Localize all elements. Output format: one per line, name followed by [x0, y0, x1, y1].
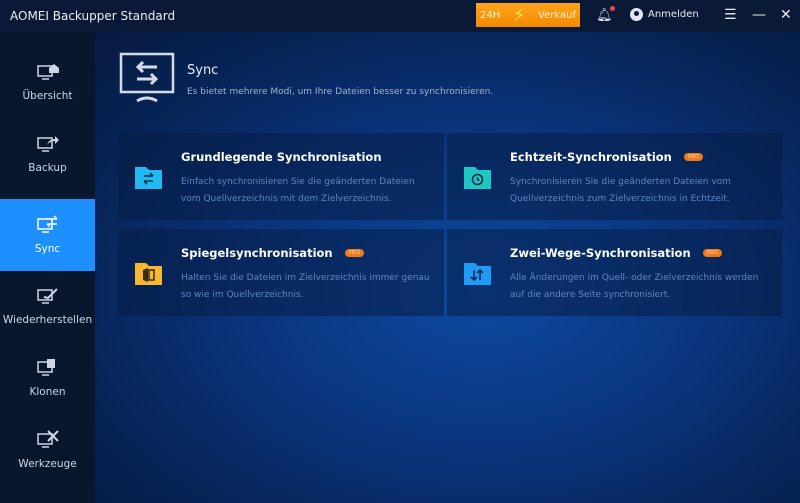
sidebar-item-label: Sync	[34, 243, 61, 255]
sidebar-item-wiederherstellen[interactable]: Wiederherstellen	[0, 270, 95, 342]
promo-24h: 24H	[480, 9, 501, 21]
sync-monitor-icon	[119, 52, 175, 103]
login-label: Anmelden	[648, 9, 699, 20]
card-desc: auf die andere Seite synchronisiert.	[510, 290, 671, 300]
folder-sync-icon	[135, 167, 162, 189]
sidebar-item-werkzeuge[interactable]: Werkzeuge	[0, 414, 95, 486]
promo-sale: Verkauf	[538, 9, 576, 21]
sidebar-item-label: Backup	[28, 162, 67, 174]
close-icon[interactable]: ✕	[780, 7, 792, 23]
folder-two-way-icon	[464, 263, 491, 285]
card-desc: Synchronisieren Sie die geänderten Datei…	[510, 177, 731, 187]
user-icon	[630, 8, 643, 21]
sync-monitor-icon	[36, 215, 58, 233]
restore-monitor-icon	[36, 288, 58, 304]
sidebar: Übersicht Backup Sync Wiederherstellen K…	[0, 32, 95, 503]
pro-badge: PRO	[702, 249, 723, 257]
folder-mirror-icon	[135, 263, 162, 285]
sidebar-item-sync[interactable]: Sync	[0, 199, 95, 271]
card-desc: so wie im Quellverzeichnis.	[181, 290, 304, 300]
notification-dot	[609, 6, 615, 11]
sidebar-item-label: Klonen	[29, 386, 66, 398]
card-desc: Alle Änderungen im Quell- oder Zielverze…	[510, 273, 759, 283]
lightning-icon: ⚡	[512, 4, 526, 26]
page-title: Sync	[187, 63, 219, 78]
sidebar-item-uebersicht[interactable]: Übersicht	[0, 46, 95, 118]
sidebar-item-label: Wiederherstellen	[2, 314, 93, 326]
card-desc: Einfach synchronisieren Sie die geändert…	[181, 177, 415, 187]
card-mirror-sync[interactable]: Spiegelsynchronisation PRO Halten Sie die…	[118, 229, 444, 316]
backup-monitor-icon	[36, 136, 59, 152]
tools-monitor-icon	[36, 430, 59, 448]
sidebar-item-label: Werkzeuge	[18, 458, 77, 470]
sidebar-item-backup[interactable]: Backup	[0, 118, 95, 190]
bell-icon[interactable]: 🔔︎	[596, 6, 615, 23]
card-title: Echtzeit-Synchronisation	[510, 150, 672, 164]
card-desc: Halten Sie die Dateien im Zielverzeichni…	[181, 273, 430, 283]
pro-badge: PRO	[344, 249, 365, 257]
card-title: Grundlegende Synchronisation	[181, 150, 382, 164]
card-title: Zwei-Wege-Synchronisation	[510, 246, 691, 260]
pro-badge: PRO	[683, 153, 704, 161]
folder-clock-icon	[464, 167, 491, 189]
card-basic-sync[interactable]: Grundlegende Synchronisation Einfach syn…	[118, 133, 444, 220]
login-button[interactable]: Anmelden	[630, 8, 699, 21]
app-title: AOMEI Backupper Standard	[10, 9, 176, 23]
promo-banner[interactable]: 24H ⚡ Verkauf	[476, 3, 580, 27]
menu-icon[interactable]: ☰	[724, 7, 737, 23]
card-two-way-sync[interactable]: Zwei-Wege-Synchronisation PRO Alle Änderu…	[447, 229, 782, 316]
minimize-icon[interactable]: —	[752, 7, 766, 23]
clone-monitor-icon	[36, 359, 55, 376]
sidebar-item-label: Übersicht	[22, 90, 73, 102]
home-monitor-icon	[36, 64, 59, 80]
sidebar-item-klonen[interactable]: Klonen	[0, 342, 95, 414]
card-realtime-sync[interactable]: Echtzeit-Synchronisation PRO Synchronisie…	[447, 133, 782, 220]
card-desc: Quellverzeichnis zum Zielverzeichnis in …	[510, 194, 730, 204]
main-content: Sync Es bietet mehrere Modi, um Ihre Dat…	[95, 32, 800, 503]
card-title: Spiegelsynchronisation	[181, 246, 333, 260]
card-desc: vom Quellverzeichnis mit dem Zielverzeic…	[181, 194, 392, 204]
page-subtitle: Es bietet mehrere Modi, um Ihre Dateien …	[187, 87, 494, 97]
